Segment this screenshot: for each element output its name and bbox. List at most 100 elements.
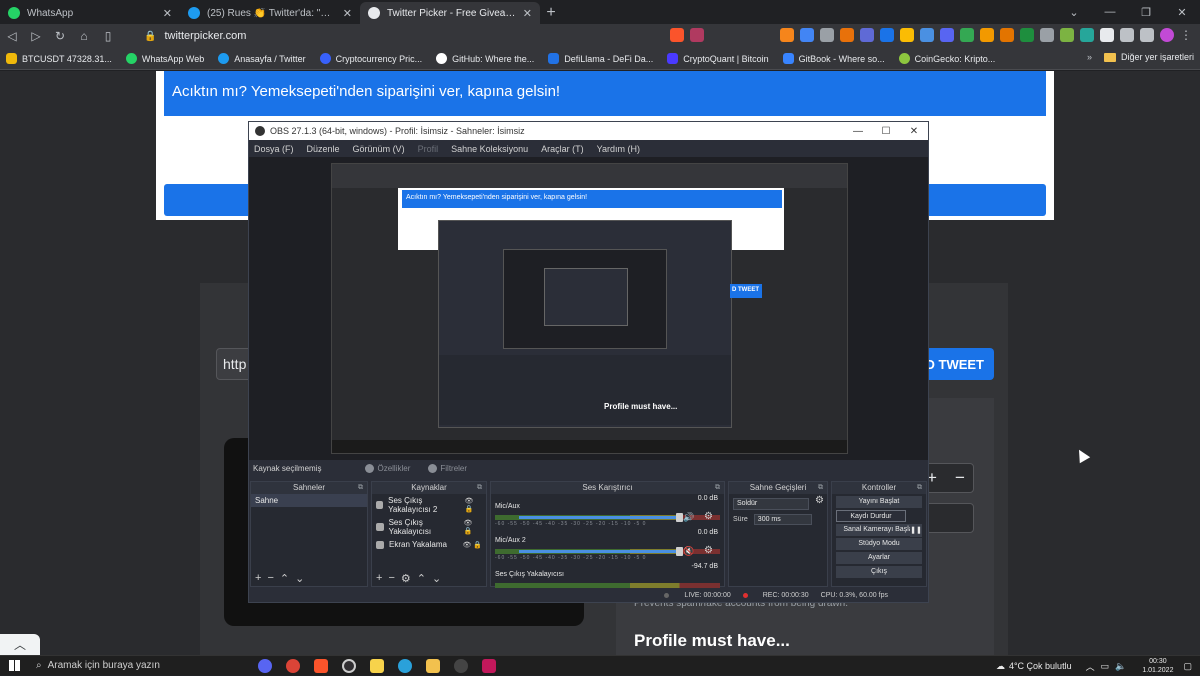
add-icon[interactable]: + [255, 572, 261, 584]
move-down-icon[interactable]: ⌄ [295, 572, 304, 585]
network-icon[interactable]: ▭ [1101, 661, 1110, 672]
obs-icon[interactable] [342, 658, 356, 673]
menu-profile[interactable]: Profil [418, 144, 439, 154]
bookmark-item[interactable]: DefiLlama - DeFi Da... [548, 53, 653, 64]
new-tab-button[interactable]: + [540, 2, 562, 24]
url-omnibox[interactable]: 🔒 twitterpicker.com [144, 26, 504, 46]
maximize-button[interactable]: ❐ [1128, 0, 1164, 24]
dock-float-icon[interactable]: ⧉ [715, 482, 720, 494]
obs-preview[interactable]: Acıktın mı? Yemeksepeti'nden siparişini … [249, 157, 928, 460]
muted-speaker-icon[interactable]: 🔇 [683, 546, 694, 557]
pause-icon[interactable]: ❚❚ [910, 525, 922, 537]
obs-running-icon[interactable] [454, 658, 468, 673]
scene-item[interactable]: Sahne [251, 494, 367, 507]
tab-twitter-picker[interactable]: Twitter Picker - Free Giveaway Pic ✕ [360, 2, 540, 24]
settings-button[interactable]: Ayarlar [836, 552, 922, 564]
extension-icon[interactable] [1040, 28, 1054, 42]
menu-help[interactable]: Yardım (H) [597, 144, 640, 154]
dock-float-icon[interactable]: ⧉ [818, 482, 823, 494]
brave-icon[interactable] [314, 658, 328, 673]
properties-button[interactable]: Özellikler [365, 464, 410, 473]
extension-icon[interactable] [840, 28, 854, 42]
bookmark-item[interactable]: WhatsApp Web [125, 53, 204, 64]
extension-icon[interactable] [820, 28, 834, 42]
move-up-icon[interactable]: ⌃ [280, 572, 289, 585]
bookmark-item[interactable]: CoinGecko: Kripto... [898, 53, 995, 64]
extension-icon[interactable] [1140, 28, 1154, 42]
source-item[interactable]: Ekran Yakalama 👁 🔒 [372, 538, 486, 551]
bookmark-item[interactable]: Cryptocurrency Pric... [319, 53, 422, 64]
stop-recording-button[interactable]: Kaydı Durdur [836, 510, 906, 522]
close-window-button[interactable]: ✕ [900, 122, 928, 140]
notifications-icon[interactable]: ▢ [1183, 661, 1192, 672]
extension-icon[interactable] [960, 28, 974, 42]
close-window-button[interactable]: ✕ [1164, 0, 1200, 24]
gear-icon[interactable]: ⚙ [704, 545, 713, 556]
maximize-button[interactable]: ☐ [872, 122, 900, 140]
avatar[interactable] [1160, 28, 1174, 42]
extension-icon[interactable] [1100, 28, 1114, 42]
volume-slider[interactable] [519, 547, 683, 556]
bookmark-item[interactable]: CryptoQuant | Bitcoin [667, 53, 769, 64]
menu-file[interactable]: Dosya (F) [254, 144, 294, 154]
tab-twitter[interactable]: (25) Rues 👏 Twitter'da: "Selamlar... Su … [180, 2, 360, 24]
reload-button[interactable]: ↻ [48, 24, 72, 48]
translate-icon[interactable] [800, 28, 814, 42]
scroll-up-button[interactable]: ︿ [0, 634, 40, 655]
chrome-icon[interactable] [286, 658, 300, 673]
extension-icon[interactable] [1020, 28, 1034, 42]
start-streaming-button[interactable]: Yayını Başlat [836, 496, 922, 508]
close-tab-icon[interactable]: ✕ [523, 7, 532, 20]
windows-start-button[interactable] [0, 656, 28, 676]
remove-icon[interactable]: − [267, 572, 273, 584]
filters-button[interactable]: Filtreler [428, 464, 467, 473]
minus-icon[interactable]: − [955, 468, 965, 488]
app-icon[interactable] [482, 658, 496, 673]
exit-button[interactable]: Çıkış [836, 566, 922, 578]
metamask-icon[interactable] [780, 28, 794, 42]
visibility-lock-icons[interactable]: 👁 🔒 [465, 497, 482, 513]
gear-icon[interactable]: ⚙ [815, 495, 824, 506]
other-bookmarks[interactable]: » Diğer yer işaretleri [1087, 52, 1194, 62]
visibility-lock-icons[interactable]: 👁 🔒 [462, 541, 482, 549]
bookmark-item[interactable]: GitHub: Where the... [436, 53, 534, 64]
extension-icon[interactable] [1060, 28, 1074, 42]
extension-icon[interactable] [880, 28, 894, 42]
file-explorer-icon[interactable] [426, 658, 440, 673]
bookmark-item[interactable]: GitBook - Where so... [782, 53, 885, 64]
tab-whatsapp[interactable]: WhatsApp ✕ [0, 2, 180, 24]
transition-select[interactable]: Soldür [733, 498, 809, 510]
tray-chevron-icon[interactable]: ︿ [1086, 660, 1095, 673]
chevron-down-icon[interactable]: ⌄ [1056, 0, 1092, 24]
extension-icon[interactable] [980, 28, 994, 42]
move-down-icon[interactable]: ⌄ [432, 572, 441, 585]
minimize-button[interactable]: — [844, 122, 872, 140]
taskbar-search[interactable]: ⌕ Aramak için buraya yazın [28, 656, 248, 676]
close-tab-icon[interactable]: ✕ [163, 7, 172, 20]
menu-tools[interactable]: Araçlar (T) [541, 144, 584, 154]
extension-icon[interactable] [920, 28, 934, 42]
gear-icon[interactable]: ⚙ [401, 572, 411, 585]
studio-mode-button[interactable]: Stüdyo Modu [836, 538, 922, 550]
weather-widget[interactable]: ☁ 4°C Çok bulutlu [996, 661, 1072, 672]
back-button[interactable]: ◁ [0, 24, 24, 48]
bookmark-item[interactable]: BTCUSDT 47328.31... [6, 53, 112, 64]
move-up-icon[interactable]: ⌃ [417, 572, 426, 585]
puzzle-icon[interactable] [1120, 28, 1134, 42]
taskbar-clock[interactable]: 00:30 1.01.2022 [1142, 657, 1173, 675]
dock-float-icon[interactable]: ⧉ [477, 482, 482, 494]
telegram-icon[interactable] [398, 658, 412, 673]
dock-float-icon[interactable]: ⧉ [917, 482, 922, 494]
menu-dots-icon[interactable]: ⋮ [1180, 28, 1194, 42]
visibility-lock-icons[interactable]: 👁 🔒 [463, 519, 482, 535]
source-item[interactable]: Ses Çıkış Yakalayıcısı 👁 🔒 [372, 516, 486, 538]
speaker-icon[interactable]: 🔊 [683, 512, 694, 523]
remove-icon[interactable]: − [388, 572, 394, 584]
brave-rewards-icon[interactable] [690, 28, 704, 42]
menu-edit[interactable]: Düzenle [307, 144, 340, 154]
gear-icon[interactable]: ⚙ [704, 511, 713, 522]
add-icon[interactable]: + [376, 572, 382, 584]
close-tab-icon[interactable]: ✕ [343, 7, 352, 20]
volume-slider[interactable] [519, 513, 683, 522]
duration-input[interactable]: 300 ms [753, 514, 812, 525]
